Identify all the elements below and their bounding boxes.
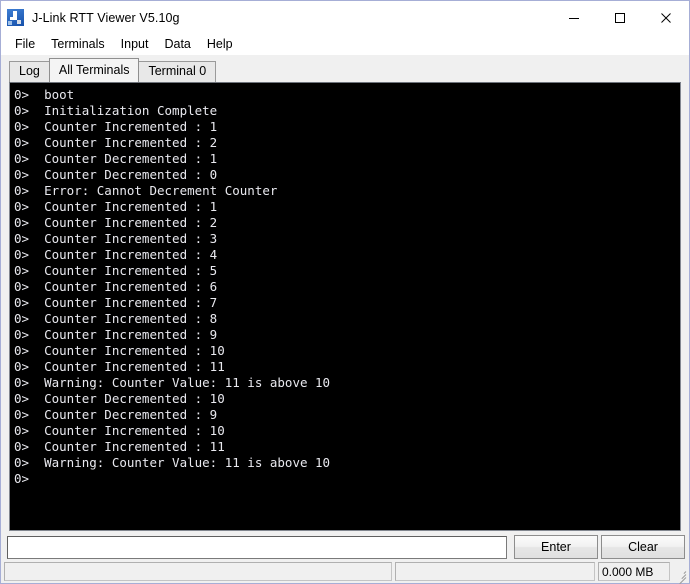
- terminal-output[interactable]: 0> boot 0> Initialization Complete 0> Coun…: [10, 83, 680, 530]
- close-icon[interactable]: [643, 1, 689, 34]
- terminal-line: 0> Counter Incremented : 3: [14, 231, 218, 246]
- resize-grip-icon[interactable]: [673, 562, 687, 584]
- maximize-icon[interactable]: [597, 1, 643, 34]
- menu-item-file[interactable]: File: [7, 36, 43, 53]
- status-bar: 0.000 MB: [1, 561, 689, 584]
- terminal-line: 0> Counter Incremented : 8: [14, 311, 218, 326]
- menu-item-terminals[interactable]: Terminals: [43, 36, 113, 53]
- terminal-line: 0> Counter Decremented : 0: [14, 167, 218, 182]
- tab-all-terminals[interactable]: All Terminals: [48, 58, 140, 82]
- terminal-line: 0>: [14, 471, 30, 486]
- menu-bar: File Terminals Input Data Help: [1, 34, 689, 55]
- terminal-line: 0> boot: [14, 87, 75, 102]
- terminal-line: 0> Counter Incremented : 4: [14, 247, 218, 262]
- minimize-icon[interactable]: [551, 1, 597, 34]
- menu-item-data[interactable]: Data: [156, 36, 198, 53]
- terminal-line: 0> Counter Incremented : 10: [14, 423, 225, 438]
- terminal-line: 0> Warning: Counter Value: 11 is above 1…: [14, 455, 331, 470]
- terminal-line: 0> Counter Incremented : 2: [14, 135, 218, 150]
- terminal-line: 0> Counter Incremented : 5: [14, 263, 218, 278]
- terminal-line: 0> Error: Cannot Decrement Counter: [14, 183, 278, 198]
- app-window: J-Link RTT Viewer V5.10g File Terminals …: [0, 0, 690, 584]
- command-input-row: Enter Clear: [1, 531, 689, 561]
- terminal-line: 0> Warning: Counter Value: 11 is above 1…: [14, 375, 331, 390]
- terminal-line: 0> Counter Incremented : 10: [14, 343, 225, 358]
- terminal-line: 0> Counter Decremented : 1: [14, 151, 218, 166]
- tab-terminal-0[interactable]: Terminal 0: [138, 61, 217, 82]
- status-connection: [4, 562, 392, 581]
- tab-log[interactable]: Log: [9, 61, 50, 82]
- terminal-line: 0> Counter Incremented : 1: [14, 199, 218, 214]
- terminal-line: 0> Counter Decremented : 10: [14, 391, 225, 406]
- terminal-line: 0> Counter Incremented : 9: [14, 327, 218, 342]
- client-area: Log All Terminals Terminal 0 0> boot 0> I…: [1, 55, 689, 584]
- terminal-line: 0> Counter Incremented : 6: [14, 279, 218, 294]
- terminal-line: 0> Counter Incremented : 7: [14, 295, 218, 310]
- terminal-line: 0> Initialization Complete: [14, 103, 218, 118]
- command-input[interactable]: [7, 535, 507, 559]
- terminal-line: 0> Counter Incremented : 11: [14, 359, 225, 374]
- menu-item-help[interactable]: Help: [199, 36, 241, 53]
- terminal-line: 0> Counter Incremented : 2: [14, 215, 218, 230]
- window-controls: [551, 1, 689, 34]
- menu-item-input[interactable]: Input: [113, 36, 157, 53]
- enter-button[interactable]: Enter: [514, 535, 598, 559]
- terminal-line: 0> Counter Incremented : 1: [14, 119, 218, 134]
- jlink-logo-icon: [7, 9, 24, 26]
- title-bar: J-Link RTT Viewer V5.10g: [1, 1, 689, 34]
- window-title: J-Link RTT Viewer V5.10g: [32, 10, 180, 25]
- tab-strip: Log All Terminals Terminal 0: [1, 58, 689, 82]
- terminal-line: 0> Counter Decremented : 9: [14, 407, 218, 422]
- terminal-line: 0> Counter Incremented : 11: [14, 439, 225, 454]
- clear-button[interactable]: Clear: [601, 535, 685, 559]
- status-middle: [395, 562, 595, 581]
- status-data-size: 0.000 MB: [598, 562, 670, 581]
- terminal-panel: 0> boot 0> Initialization Complete 0> Coun…: [9, 82, 681, 531]
